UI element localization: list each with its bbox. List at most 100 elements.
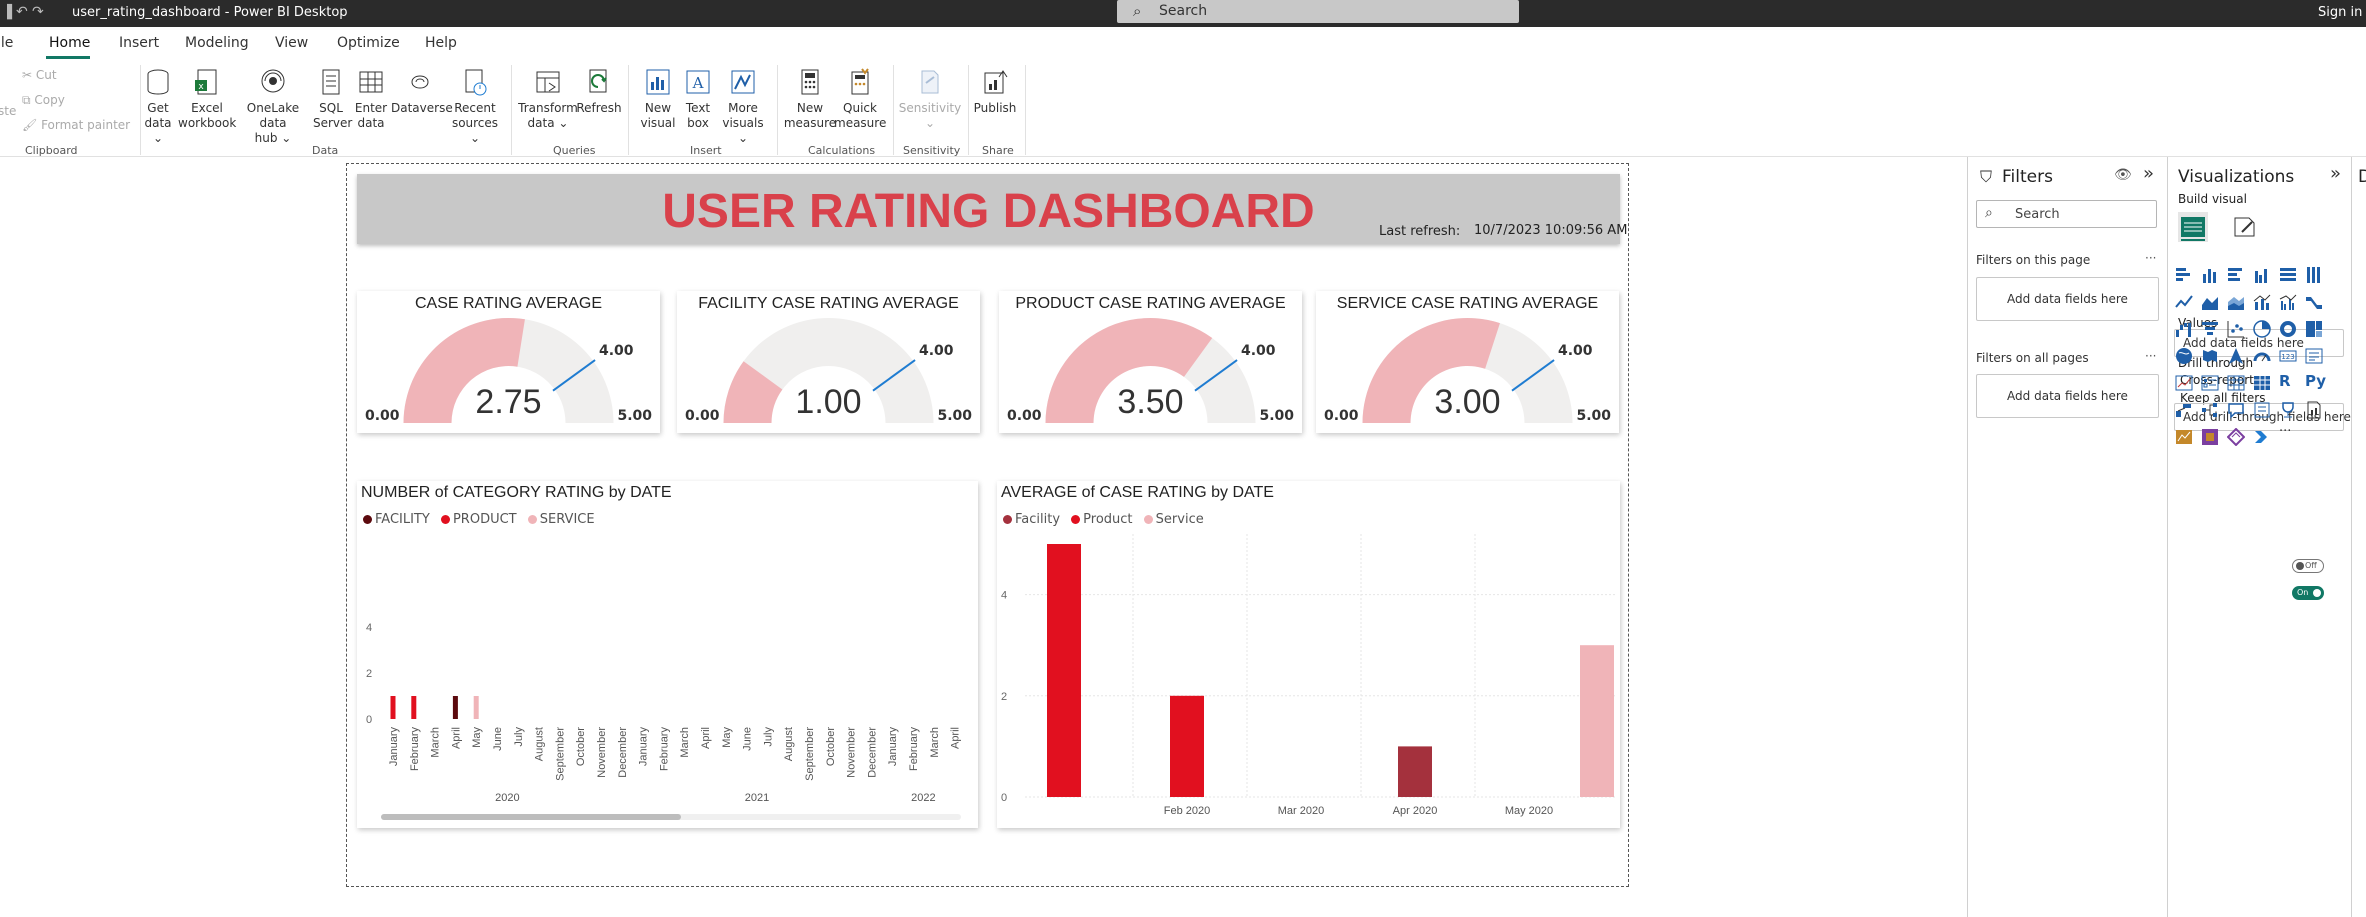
clustered-bar-chart-icon[interactable] [2227,266,2245,284]
chart-number-of-category-rating[interactable]: NUMBER of CATEGORY RATING by DATE FACILI… [357,481,978,828]
gauge-product-case-rating-average[interactable]: PRODUCT CASE RATING AVERAGE 3.50 0.00 5.… [999,291,1302,433]
new-visual-button[interactable]: New visual [637,67,679,131]
line-chart-icon[interactable] [2175,293,2193,311]
undo-icon[interactable]: ↶ [16,4,28,20]
slicer-icon[interactable] [2201,374,2219,392]
r-script-visual-icon[interactable]: R [2279,372,2297,390]
scrollbar-thumb[interactable] [381,814,681,820]
build-visual-tab-icon[interactable] [2178,212,2208,242]
stacked-area-chart-icon[interactable] [2227,293,2245,311]
tab-insert[interactable]: Insert [119,35,159,51]
gauge-service-case-rating-average[interactable]: SERVICE CASE RATING AVERAGE 3.00 0.00 5.… [1316,291,1619,433]
metrics-icon[interactable] [2279,401,2297,419]
format-painter-button[interactable]: 🖌 Format painter [22,118,130,132]
bar-product[interactable] [390,696,396,719]
power-automate-flow-icon[interactable] [2253,428,2271,446]
bar-facility[interactable] [452,696,458,719]
arcgis-map-icon[interactable] [2175,428,2193,446]
recent-sources-button[interactable]: Recent sources ⌄ [447,67,503,146]
tab-modeling[interactable]: Modeling [185,35,249,51]
card-icon[interactable]: 123 [2279,347,2297,365]
power-automate-icon[interactable] [2227,428,2245,446]
stacked-column-chart-icon[interactable] [2201,266,2219,284]
treemap-icon[interactable] [2305,320,2323,338]
bar-service[interactable] [1580,645,1614,797]
format-visual-tab-icon[interactable] [2230,212,2260,242]
add-page-filter-well[interactable]: Add data fields here [1976,277,2159,321]
map-icon[interactable] [2175,347,2193,365]
chart-average-of-case-rating[interactable]: AVERAGE of CASE RATING by DATE Facility … [997,481,1620,828]
funnel-chart-icon[interactable] [2201,320,2219,338]
sign-in-link[interactable]: Sign in [2318,5,2362,20]
tab-optimize[interactable]: Optimize [337,35,400,51]
more-visuals-icon[interactable]: ··· [2279,424,2297,442]
bar-facility[interactable] [1398,746,1432,797]
python-visual-icon[interactable]: Py [2305,372,2329,390]
filled-map-icon[interactable] [2201,347,2219,365]
table-visual-icon[interactable] [2227,374,2245,392]
multi-row-card-icon[interactable] [2305,347,2323,365]
pie-chart-icon[interactable] [2253,320,2271,338]
new-measure-button[interactable]: New measure [782,67,838,131]
area-chart-icon[interactable] [2201,293,2219,311]
more-options-icon[interactable]: ··· [2145,251,2156,265]
filters-search-input[interactable]: ⌕ Search [1976,200,2157,228]
bar-product[interactable] [411,696,417,719]
power-apps-icon[interactable] [2201,428,2219,446]
tab-help[interactable]: Help [425,35,457,51]
excel-workbook-button[interactable]: x Excel workbook [178,67,236,131]
onelake-data-hub-button[interactable]: OneLake data hub ⌄ [233,67,313,146]
clustered-column-chart-icon[interactable] [2253,266,2271,284]
title-search-box[interactable]: ⌕ Search [1117,0,1519,23]
publish-button[interactable]: Publish [972,67,1018,116]
gauge-case-rating-average[interactable]: CASE RATING AVERAGE 2.75 0.00 5.00 4.00 [357,291,660,433]
get-data-button[interactable]: Get data ⌄ [138,67,178,146]
paginated-report-icon[interactable] [2305,401,2323,419]
eye-icon[interactable]: 👁 [2114,167,2132,183]
cross-report-toggle[interactable]: Off [2292,559,2324,573]
keep-all-filters-toggle[interactable]: On [2292,586,2324,600]
collapse-pane-icon[interactable]: » [2143,163,2154,184]
cut-button[interactable]: ✂ Cut [22,68,57,82]
gauge-facility-case-rating-average[interactable]: FACILITY CASE RATING AVERAGE 1.00 0.00 5… [677,291,980,433]
qna-icon[interactable] [2227,401,2245,419]
text-box-button[interactable]: A Text box [679,67,717,131]
tab-view[interactable]: View [275,35,308,51]
stacked-bar-chart-icon[interactable] [2175,266,2193,284]
azure-map-icon[interactable] [2227,347,2245,365]
collapse-pane-icon[interactable]: » [2330,163,2341,184]
100-stacked-bar-chart-icon[interactable] [2279,266,2297,284]
menu-icon[interactable]: ▐ [2,5,12,20]
100-stacked-column-chart-icon[interactable] [2305,266,2323,284]
bar-service[interactable] [473,696,479,719]
quick-measure-button[interactable]: Quick measure [834,67,886,131]
tab-home[interactable]: Home [49,35,90,51]
more-visuals-button[interactable]: More visuals ⌄ [717,67,769,146]
scatter-chart-icon[interactable] [2227,320,2245,338]
key-influencers-icon[interactable] [2175,401,2193,419]
gauge-icon[interactable] [2253,347,2271,365]
matrix-icon[interactable] [2253,374,2271,392]
bar-product[interactable] [1047,544,1081,797]
dataverse-button[interactable]: Dataverse [391,67,453,116]
decomposition-tree-icon[interactable] [2201,401,2219,419]
kpi-icon[interactable] [2175,374,2193,392]
tab-file[interactable]: ile [0,35,13,51]
ribbon-chart-icon[interactable] [2305,293,2323,311]
sql-server-button[interactable]: SQL Server [313,67,352,131]
line-and-clustered-column-chart-icon[interactable] [2279,293,2297,311]
waterfall-chart-icon[interactable] [2175,320,2193,338]
more-options-icon[interactable]: ··· [2145,349,2156,363]
enter-data-button[interactable]: Enter data [351,67,391,131]
dashboard-header[interactable]: USER RATING DASHBOARD Last refresh: 10/7… [357,174,1627,244]
line-and-column-chart-icon[interactable] [2253,293,2271,311]
donut-chart-icon[interactable] [2279,320,2297,338]
transform-data-button[interactable]: Transform data ⌄ [517,67,579,131]
refresh-button[interactable]: Refresh [576,67,622,116]
smart-narrative-icon[interactable] [2253,401,2271,419]
redo-icon[interactable]: ↷ [32,4,44,20]
sensitivity-button[interactable]: Sensitivity ⌄ [896,67,964,131]
copy-button[interactable]: ⧉ Copy [22,93,65,108]
bar-product[interactable] [1170,695,1204,797]
add-all-pages-filter-well[interactable]: Add data fields here [1976,374,2159,418]
